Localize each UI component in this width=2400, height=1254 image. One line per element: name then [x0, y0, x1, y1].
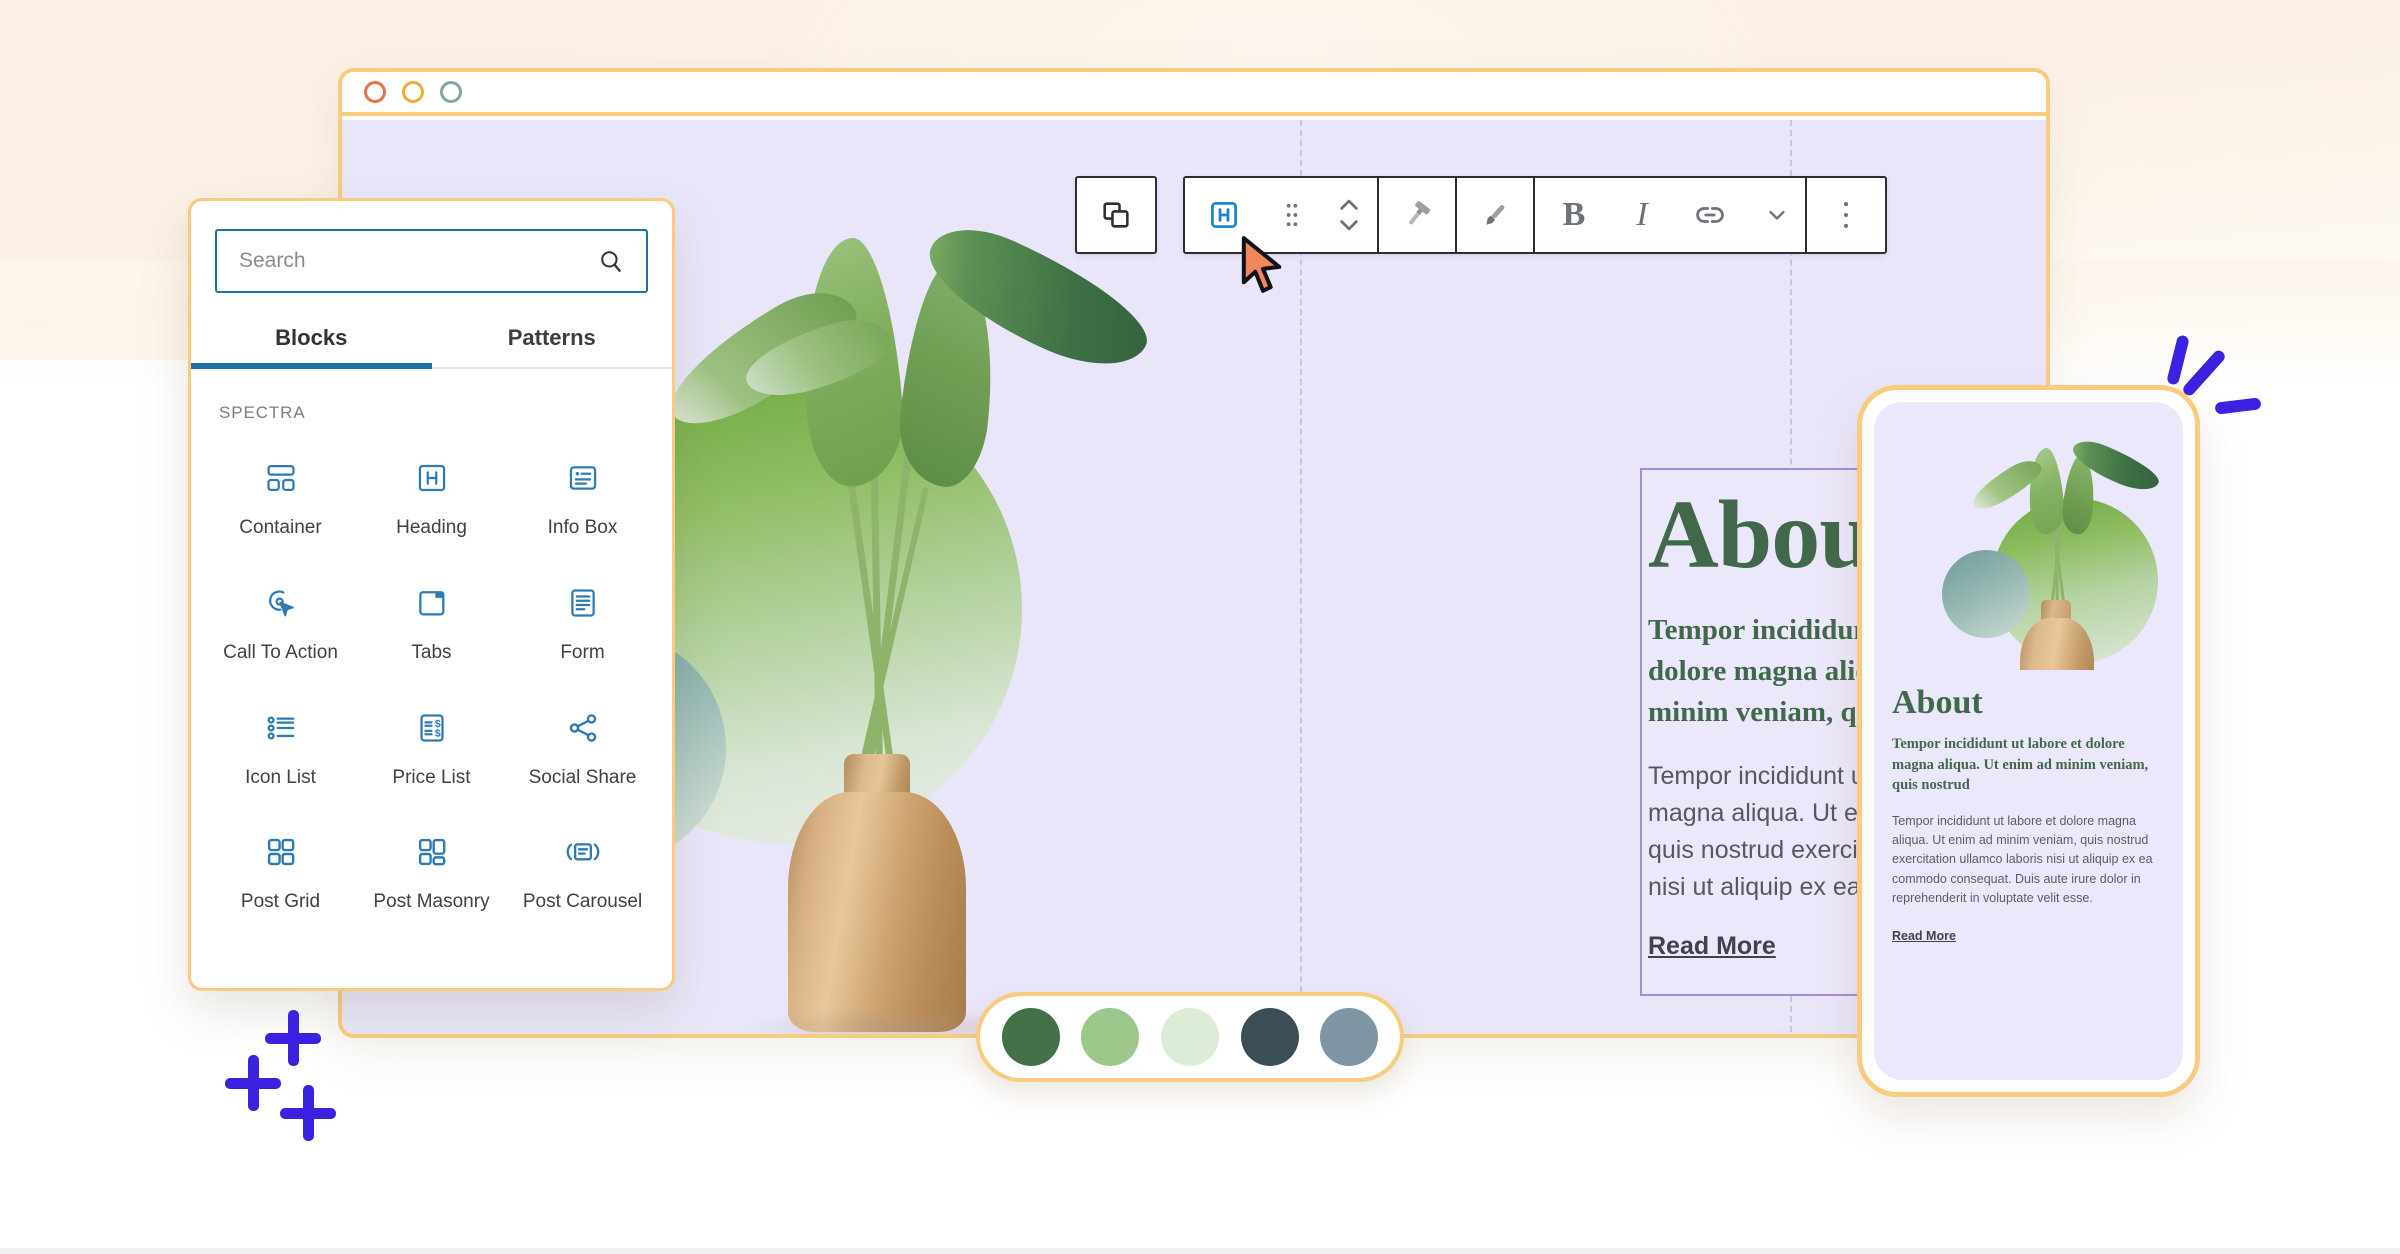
decor-plus-bottom: [280, 1085, 336, 1141]
browser-titlebar: [342, 72, 2046, 116]
block-label: Form: [560, 641, 605, 663]
paint-brush-button[interactable]: [1457, 178, 1535, 252]
block-item-post-grid[interactable]: Post Grid: [205, 811, 356, 926]
search-icon: [601, 251, 621, 272]
block-item-social-share[interactable]: Social Share: [507, 687, 658, 802]
block-item-post-carousel[interactable]: Post Carousel: [507, 811, 658, 926]
block-label: Post Grid: [240, 891, 321, 913]
bold-button[interactable]: B: [1535, 178, 1613, 252]
tabs-icon: [415, 580, 449, 626]
social-share-icon: [566, 705, 600, 751]
close-dot[interactable]: [364, 81, 386, 103]
minimize-dot[interactable]: [402, 81, 424, 103]
block-grid: Container Heading Info Box Call To Actio…: [191, 429, 672, 926]
block-item-tabs[interactable]: Tabs: [356, 562, 507, 677]
swatch-pale-green[interactable]: [1160, 1008, 1219, 1066]
search-input[interactable]: [239, 249, 598, 273]
mobile-about-heading: About: [1892, 684, 1983, 721]
select-parent-button[interactable]: [1077, 178, 1155, 252]
block-toolbar[interactable]: B I: [1075, 176, 1887, 254]
format-toolbar[interactable]: B I: [1183, 176, 1887, 254]
block-label: Icon List: [245, 766, 316, 788]
block-item-post-masonry[interactable]: Post Masonry: [356, 811, 507, 926]
paint-roller-icon: [1409, 201, 1431, 225]
mobile-content: About Tempor incididunt ut labore et dol…: [1874, 670, 2183, 945]
mobile-screen: About Tempor incididunt ut labore et dol…: [1874, 402, 2183, 1080]
section-label-spectra: SPECTRA: [219, 403, 306, 422]
block-label: Price List: [392, 766, 471, 788]
maximize-dot[interactable]: [440, 81, 462, 103]
decor-plus-left: [225, 1055, 281, 1111]
paint-brush-icon: [1486, 204, 1505, 225]
mouse-cursor: [1241, 236, 1282, 293]
italic-icon: I: [1636, 196, 1648, 233]
block-item-price-list[interactable]: $ $ Price List: [356, 687, 507, 802]
block-options-button[interactable]: [1807, 178, 1885, 252]
form-icon: [566, 580, 600, 626]
icon-list-icon: [264, 705, 298, 751]
price-list-icon: $ $: [415, 705, 449, 751]
vase: [788, 792, 966, 1032]
tab-patterns[interactable]: Patterns: [432, 315, 673, 367]
bottom-divider: [0, 1248, 2400, 1254]
block-item-container[interactable]: Container: [205, 437, 356, 552]
link-button[interactable]: [1671, 178, 1749, 252]
block-label: Post Masonry: [373, 891, 490, 913]
link-icon: [1696, 207, 1724, 223]
block-item-call-to-action[interactable]: Call To Action: [205, 562, 356, 677]
call-to-action-icon: [264, 580, 298, 626]
swatch-blue-gray[interactable]: [1320, 1008, 1379, 1066]
block-label: Container: [239, 517, 322, 538]
heading-icon: [415, 455, 449, 501]
move-updown-button[interactable]: [1321, 178, 1379, 252]
block-label: Heading: [396, 517, 467, 538]
block-item-icon-list[interactable]: Icon List: [205, 687, 356, 802]
block-item-info-box[interactable]: Info Box: [507, 437, 658, 552]
block-label: Post Carousel: [522, 891, 643, 913]
mobile-decor-circle-small: [1942, 550, 2030, 638]
chevron-down-icon: [1769, 210, 1785, 220]
info-box-icon: [566, 455, 600, 501]
mobile-about-paragraph: Tempor incididunt ut labore et dolore ma…: [1892, 813, 2153, 906]
move-up-down-icon: [1340, 199, 1358, 231]
mobile-preview[interactable]: About Tempor incididunt ut labore et dol…: [1857, 385, 2200, 1097]
tab-blocks[interactable]: Blocks: [191, 315, 432, 369]
block-label: Social Share: [528, 766, 637, 788]
block-label: Call To Action: [223, 641, 338, 663]
color-palette[interactable]: [976, 992, 1404, 1082]
italic-button[interactable]: I: [1613, 178, 1671, 252]
post-carousel-icon: [564, 829, 602, 875]
drag-dots-icon: [1286, 203, 1298, 227]
block-label: Info Box: [547, 517, 618, 538]
container-icon: [264, 455, 298, 501]
decor-spark-line-3: [2214, 397, 2262, 415]
layout-guide-left: [1300, 120, 1302, 1034]
svg-text:$: $: [434, 728, 440, 739]
swatch-dark-green[interactable]: [1001, 1008, 1060, 1066]
post-grid-icon: [264, 829, 298, 875]
heading-block-icon: [1210, 201, 1238, 229]
inserter-tabs[interactable]: Blocks Patterns: [191, 315, 672, 369]
block-inserter-panel[interactable]: Blocks Patterns SPECTRA Container Head: [188, 198, 675, 991]
swatch-light-green[interactable]: [1081, 1008, 1140, 1066]
paint-roller-button[interactable]: [1379, 178, 1457, 252]
mobile-read-more-link[interactable]: Read More: [1892, 929, 1956, 943]
swatch-dark-slate[interactable]: [1240, 1008, 1299, 1066]
ellipsis-vertical-icon: [1843, 202, 1849, 228]
block-item-form[interactable]: Form: [507, 562, 658, 677]
search-field[interactable]: [215, 229, 648, 293]
block-label: Tabs: [411, 641, 452, 663]
select-parent-icon: [1103, 202, 1129, 228]
more-formats-button[interactable]: [1749, 178, 1807, 252]
mobile-hero-image: [1874, 402, 2183, 670]
select-parent-toolbar[interactable]: [1075, 176, 1157, 254]
mobile-about-subtitle: Tempor incididunt ut labore et dolore ma…: [1892, 736, 2149, 794]
post-masonry-icon: [415, 829, 449, 875]
block-item-heading[interactable]: Heading: [356, 437, 507, 552]
about-read-more-link[interactable]: Read More: [1642, 906, 1776, 961]
bold-icon: B: [1562, 196, 1586, 233]
